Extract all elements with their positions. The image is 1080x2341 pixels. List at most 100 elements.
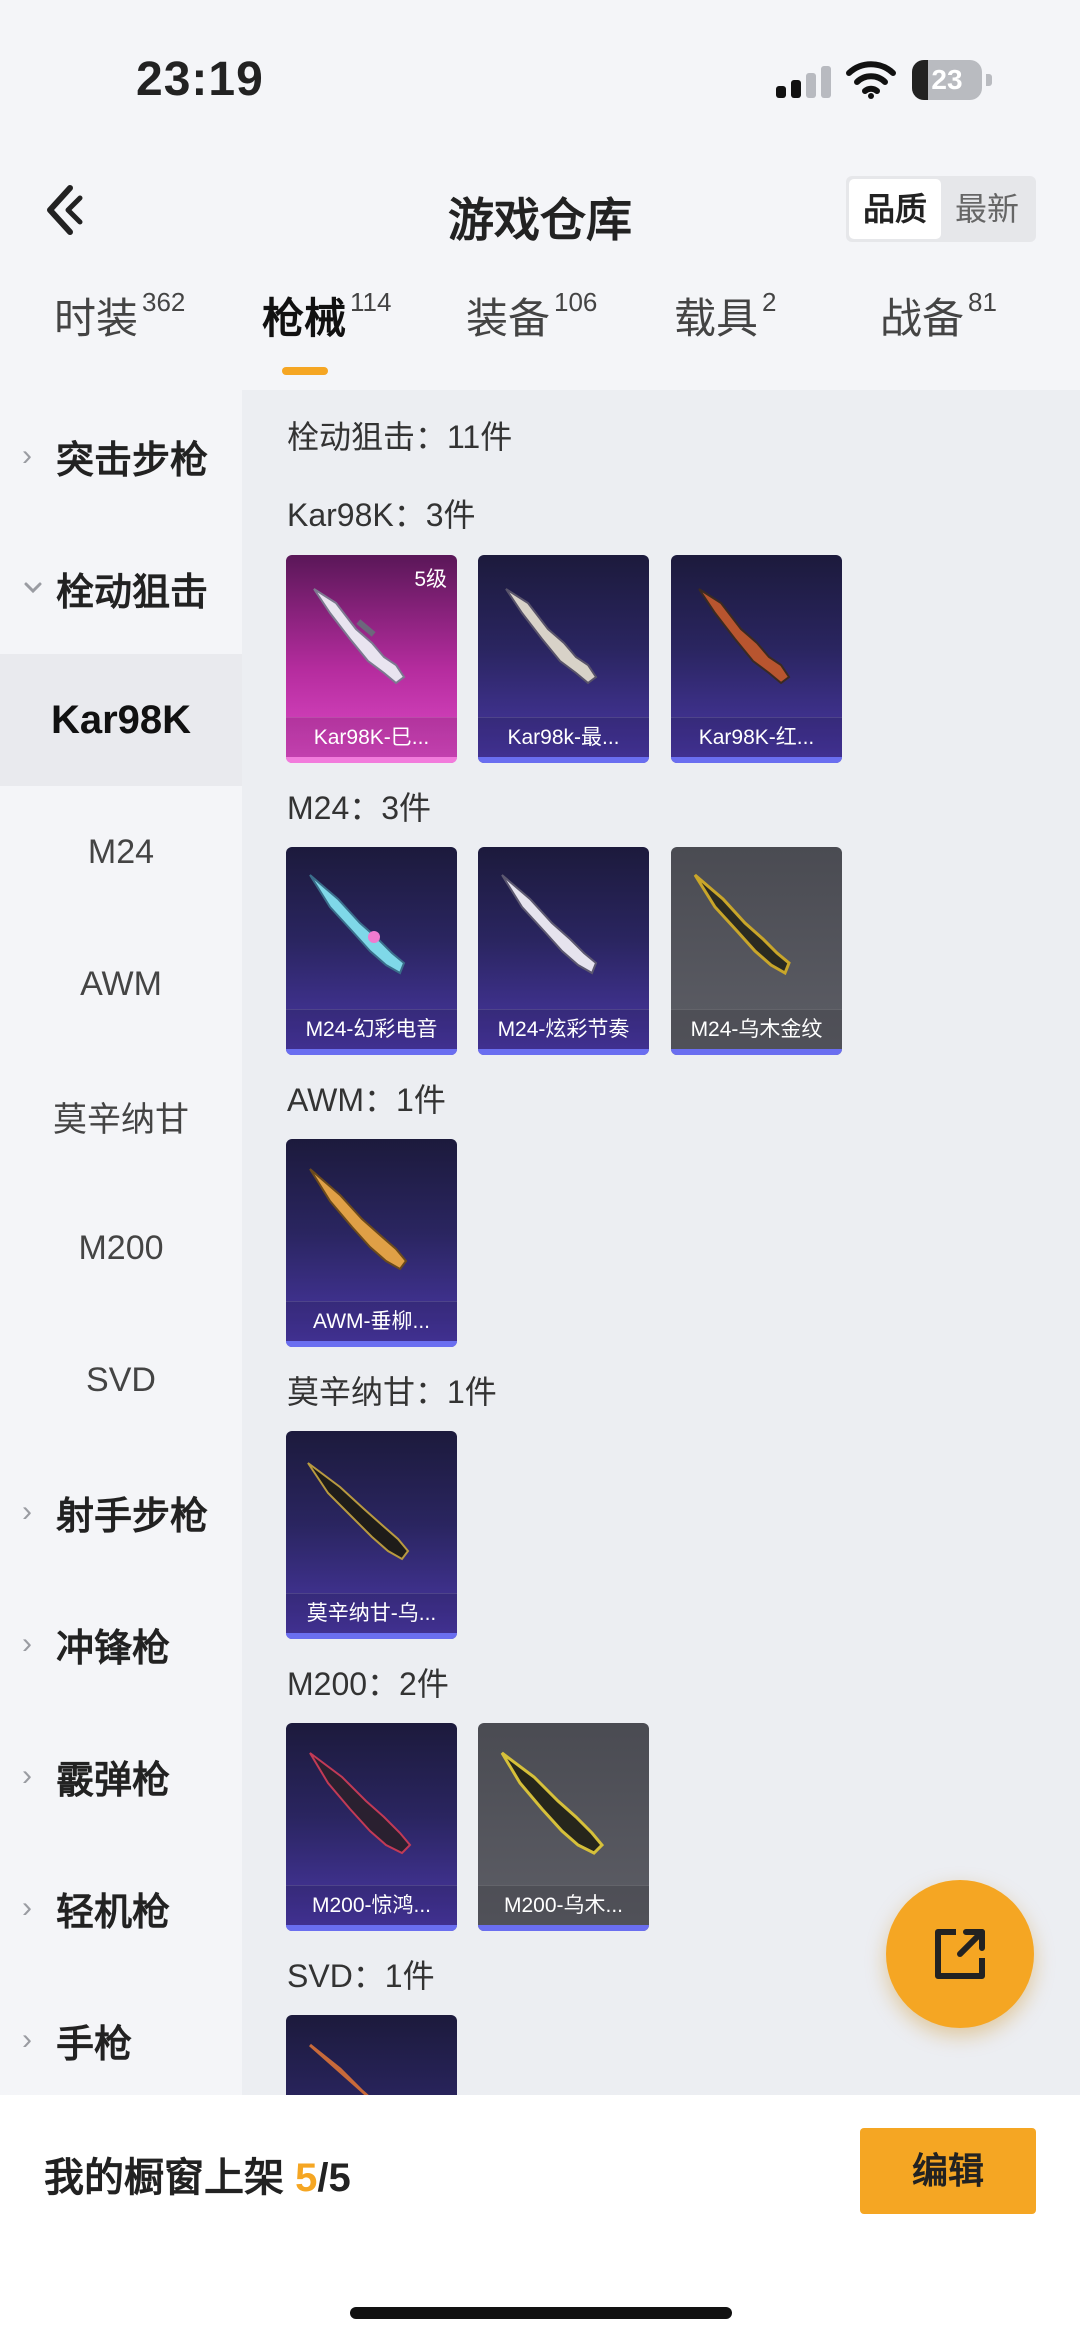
sidebar-item-kar98k[interactable]: Kar98K <box>0 654 242 786</box>
item-card[interactable]: M24-乌木金纹 <box>671 847 842 1055</box>
item-card[interactable]: M200-乌木... <box>478 1723 649 1931</box>
item-card[interactable]: 5级 Kar98K-巳... <box>286 555 457 763</box>
section-title-svd: SVD：1件 <box>287 1958 435 1994</box>
showcase-total: /5 <box>317 2156 351 2200</box>
item-name: M24-乌木金纹 <box>671 1009 842 1049</box>
sidebar-item-marksman-rifle[interactable]: › 射手步枪 <box>0 1446 242 1578</box>
item-name: Kar98k-最... <box>478 717 649 757</box>
chevron-right-icon: › <box>22 1891 32 1924</box>
chevron-right-icon: › <box>22 2023 32 2056</box>
item-name: AWM-垂柳... <box>286 1301 457 1341</box>
sidebar-item-lmg[interactable]: › 轻机枪 <box>0 1842 242 1974</box>
item-card[interactable]: Kar98k-最... <box>478 555 649 763</box>
tab-count: 362 <box>142 287 186 317</box>
sidebar-item-m24[interactable]: M24 <box>0 786 242 918</box>
sidebar-item-bolt-sniper[interactable]: 栓动狙击 <box>0 522 242 654</box>
sidebar-item-m200[interactable]: M200 <box>0 1182 242 1314</box>
sidebar-item-shotgun[interactable]: › 霰弹枪 <box>0 1710 242 1842</box>
section-title-m24: M24：3件 <box>287 790 432 826</box>
section-title-awm: AWM：1件 <box>287 1082 446 1118</box>
tab-supplies[interactable]: 战备 81 <box>880 285 997 385</box>
rarity-bar <box>286 1633 457 1639</box>
sidebar-item-label: M200 <box>78 1228 164 1267</box>
tab-label: 载具 <box>674 295 759 342</box>
item-card[interactable]: AWM-垂柳... <box>286 1139 457 1347</box>
item-card[interactable]: M24-炫彩节奏 <box>478 847 649 1055</box>
rarity-bar <box>671 1049 842 1055</box>
sidebar-item-assault-rifle[interactable]: › 突击步枪 <box>0 390 242 522</box>
wifi-icon <box>846 61 896 99</box>
rifle-icon <box>505 588 598 685</box>
chevron-right-icon: › <box>22 1759 32 1792</box>
sort-quality-button[interactable]: 品质 <box>849 179 941 239</box>
tab-count: 2 <box>762 287 777 317</box>
sidebar-item-pistol[interactable]: › 手枪 <box>0 1974 242 2106</box>
sidebar: › 突击步枪 栓动狙击 Kar98K M24 AWM 莫辛纳甘 M200 SVD … <box>0 390 242 2095</box>
showcase-status: 我的橱窗上架 5/5 <box>44 2145 351 2203</box>
section-title-mosin: 莫辛纳甘：1件 <box>287 1374 497 1410</box>
rarity-bar <box>478 1049 649 1055</box>
sidebar-item-label: 射手步枪 <box>56 1495 209 1538</box>
item-name: M24-幻彩电音 <box>286 1009 457 1049</box>
rifle-icon <box>309 2043 369 2095</box>
item-name: Kar98K-红... <box>671 717 842 757</box>
sidebar-item-label: SVD <box>86 1360 156 1399</box>
tab-fashion[interactable]: 时装 362 <box>54 285 185 385</box>
sidebar-item-label: 冲锋枪 <box>56 1627 171 1670</box>
tab-label: 枪械 <box>262 295 347 342</box>
rifle-icon <box>500 1751 605 1855</box>
battery-icon: 23 <box>912 60 992 100</box>
sidebar-item-awm[interactable]: AWM <box>0 918 242 1050</box>
sidebar-item-label: AWM <box>80 964 162 1003</box>
sidebar-item-label: 突击步枪 <box>56 439 209 482</box>
sidebar-item-smg[interactable]: › 冲锋枪 <box>0 1578 242 1710</box>
rifle-icon <box>309 874 406 975</box>
sidebar-item-svd[interactable]: SVD <box>0 1314 242 1446</box>
rarity-bar <box>286 757 457 763</box>
tab-label: 时装 <box>54 295 139 342</box>
battery-level: 23 <box>931 64 963 95</box>
tab-count: 106 <box>554 287 598 317</box>
item-name: M24-炫彩节奏 <box>478 1009 649 1049</box>
share-export-icon <box>935 1929 985 1979</box>
category-title: 栓动狙击：11件 <box>287 419 513 455</box>
rifle-icon <box>309 1752 412 1855</box>
chevron-right-icon: › <box>22 1495 32 1528</box>
item-card[interactable]: M200-惊鸿... <box>286 1723 457 1931</box>
share-button[interactable] <box>886 1880 1034 2028</box>
showcase-label: 我的橱窗上架 <box>44 2156 296 2200</box>
rarity-bar <box>286 1341 457 1347</box>
sort-toggle: 品质 最新 <box>846 176 1036 242</box>
status-time: 23:19 <box>136 53 264 106</box>
sidebar-item-label: 栓动狙击 <box>56 571 209 614</box>
rifle-icon <box>309 1168 408 1271</box>
edit-button[interactable]: 编辑 <box>860 2128 1036 2214</box>
inventory-list[interactable]: 栓动狙击：11件 Kar98K：3件 5级 Kar98K-巳... Kar98k… <box>242 390 1080 2095</box>
section-title-kar98k: Kar98K：3件 <box>287 497 476 533</box>
rarity-bar <box>671 757 842 763</box>
chevron-right-icon: › <box>22 1627 32 1660</box>
item-name: M200-乌木... <box>478 1885 649 1925</box>
category-tabs: 时装 362 枪械 114 装备 106 载具 2 战备 81 <box>0 285 1080 385</box>
chevron-down-icon <box>24 582 42 594</box>
rarity-bar <box>478 757 649 763</box>
item-card[interactable]: 莫辛纳甘-乌... <box>286 1431 457 1639</box>
rifle-icon <box>693 873 791 976</box>
sidebar-item-mosin[interactable]: 莫辛纳甘 <box>0 1050 242 1182</box>
item-card[interactable]: M24-幻彩电音 <box>286 847 457 1055</box>
active-tab-indicator <box>282 367 328 375</box>
tab-vehicles[interactable]: 载具 2 <box>674 285 776 385</box>
item-card[interactable] <box>286 2015 457 2095</box>
sort-newest-button[interactable]: 最新 <box>941 179 1033 239</box>
item-card[interactable]: Kar98K-红... <box>671 555 842 763</box>
tab-count: 81 <box>968 287 997 317</box>
item-name: 莫辛纳甘-乌... <box>286 1593 457 1633</box>
chevron-right-icon: › <box>22 439 32 472</box>
rifle-icon <box>313 588 406 685</box>
sidebar-item-label: 莫辛纳甘 <box>53 1100 189 1139</box>
tab-equipment[interactable]: 装备 106 <box>466 285 597 385</box>
rifle-icon <box>501 874 598 975</box>
rarity-bar <box>478 1925 649 1931</box>
home-indicator[interactable] <box>350 2307 732 2319</box>
tab-count: 114 <box>350 287 392 317</box>
